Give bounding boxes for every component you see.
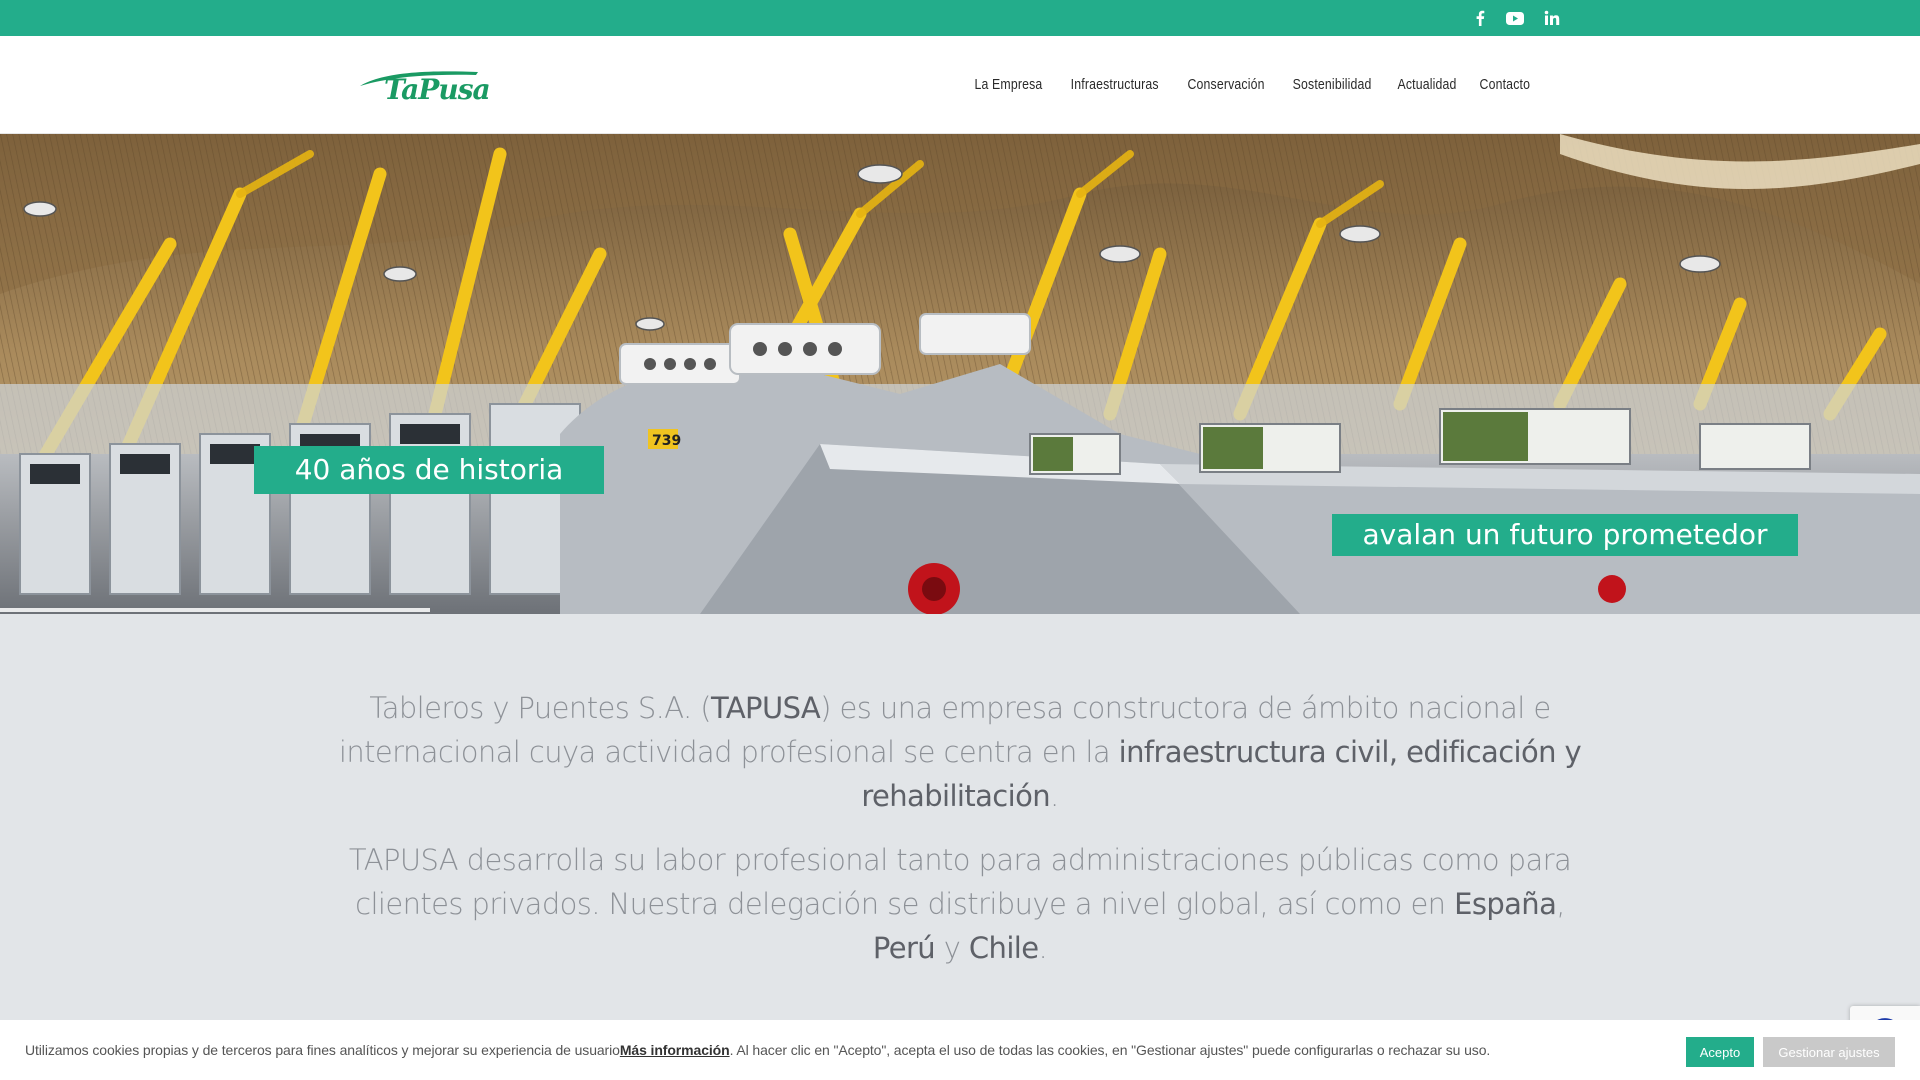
tapusa-logo[interactable]: TaPusa bbox=[358, 66, 503, 106]
intro-paragraph-2: TAPUSA desarrolla su labor profesional t… bbox=[348, 843, 1572, 965]
top-bar bbox=[0, 0, 1920, 36]
facebook-icon[interactable] bbox=[1465, 0, 1495, 36]
youtube-icon[interactable] bbox=[1500, 0, 1530, 36]
svg-text:TaPusa: TaPusa bbox=[384, 73, 490, 106]
intro-paragraph-1: Tableros y Puentes S.A. (TAPUSA) es una … bbox=[338, 691, 1582, 813]
nav-sostenibilidad[interactable]: Sostenibilidad bbox=[1293, 76, 1372, 93]
country-chile: Chile bbox=[968, 931, 1039, 965]
nav-contacto[interactable]: Contacto bbox=[1480, 76, 1531, 93]
nav-actualidad[interactable]: Actualidad bbox=[1398, 76, 1457, 93]
hero-caption-future: avalan un futuro prometedor bbox=[1332, 514, 1798, 556]
hero-caption-history: 40 años de historia bbox=[254, 446, 604, 494]
main-nav: La Empresa Infraestructuras Conservación… bbox=[967, 36, 1536, 133]
nav-conservacion[interactable]: Conservación bbox=[1187, 76, 1264, 93]
more-info-link[interactable]: Más información bbox=[620, 1042, 730, 1058]
country-peru: Perú bbox=[872, 931, 936, 965]
site-header: TaPusa La Empresa Infraestructuras Conse… bbox=[0, 36, 1920, 134]
intro-section: Tableros y Puentes S.A. (TAPUSA) es una … bbox=[330, 686, 1590, 990]
manage-settings-button[interactable]: Gestionar ajustes bbox=[1763, 1037, 1895, 1067]
gate-number-sign: 739 bbox=[652, 433, 681, 449]
cookie-message: Utilizamos cookies propias y de terceros… bbox=[25, 1042, 1491, 1058]
nav-infraestructuras[interactable]: Infraestructuras bbox=[1070, 76, 1158, 93]
hero-slider[interactable]: 739 40 años de historia avalan un futuro… bbox=[0, 134, 1920, 614]
country-spain: España bbox=[1454, 887, 1557, 921]
nav-la-empresa[interactable]: La Empresa bbox=[974, 76, 1042, 93]
company-abbrev: TAPUSA bbox=[710, 691, 821, 725]
linkedin-icon[interactable] bbox=[1537, 0, 1567, 36]
cookie-banner: Utilizamos cookies propias y de terceros… bbox=[0, 1020, 1920, 1080]
accept-cookies-button[interactable]: Acepto bbox=[1686, 1037, 1754, 1067]
